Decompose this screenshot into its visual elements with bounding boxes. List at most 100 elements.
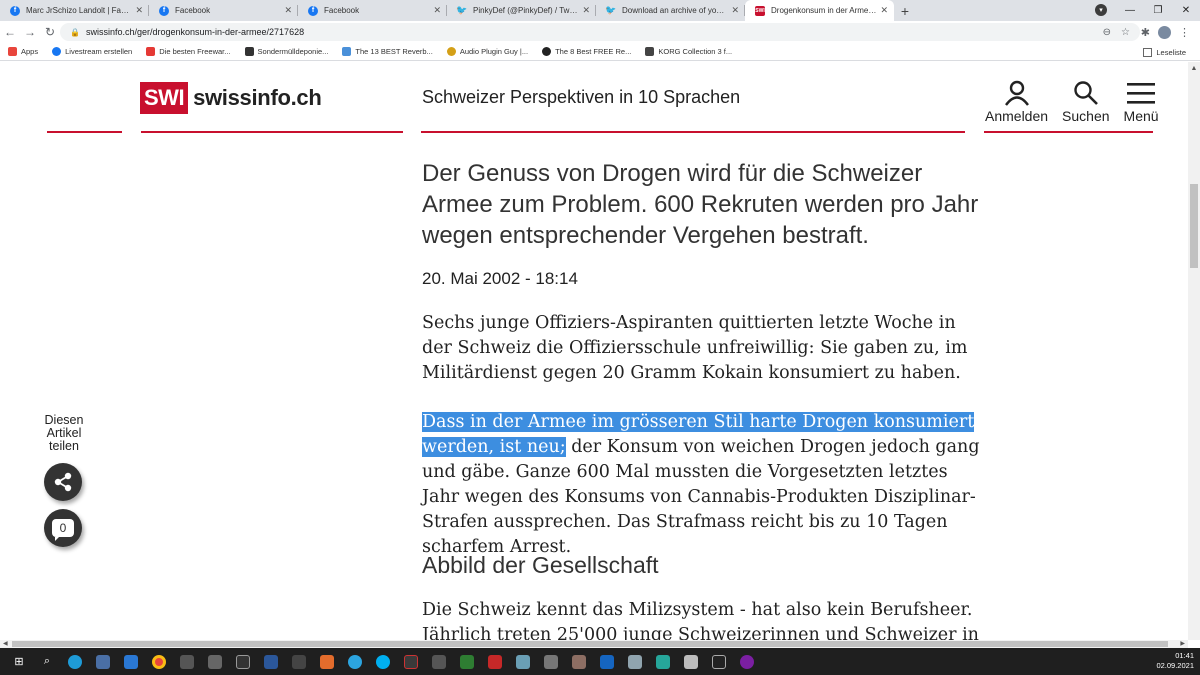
edge-icon[interactable]	[64, 652, 86, 672]
close-tab-icon[interactable]: ✕	[582, 5, 590, 16]
twitter-icon: 🐦	[456, 5, 468, 15]
header-divider	[141, 131, 403, 133]
facebook-icon: f	[10, 5, 20, 16]
search-button[interactable]: Suchen	[1062, 80, 1110, 124]
share-button[interactable]	[44, 463, 82, 501]
address-bar[interactable]: 🔒 swissinfo.ch/ger/drogenkonsum-in-der-a…	[60, 23, 1140, 41]
browser-tab[interactable]: f Facebook ✕	[298, 0, 447, 21]
app-icon[interactable]	[512, 652, 534, 672]
back-arrow-icon[interactable]: ←	[0, 22, 20, 42]
store-icon[interactable]	[92, 652, 114, 672]
comment-count: 0	[52, 519, 74, 541]
header-divider	[47, 131, 122, 133]
zoom-icon[interactable]: ⊖	[1103, 27, 1111, 38]
scroll-right-icon[interactable]: ▶	[1180, 640, 1185, 647]
hamburger-menu-icon	[1127, 83, 1156, 104]
bookmark-item[interactable]: Apps	[8, 47, 38, 56]
bookmark-favicon-icon	[542, 47, 552, 56]
scroll-up-icon[interactable]: ▲	[1188, 62, 1200, 74]
extensions-icon[interactable]: ✱	[1141, 26, 1150, 39]
close-tab-icon[interactable]: ✕	[731, 5, 739, 16]
header-divider	[984, 131, 1153, 133]
bookmark-item[interactable]: Livestream erstellen	[52, 47, 132, 56]
browser-tab[interactable]: fMarc JrSchizo Landolt | Facebook✕	[0, 0, 149, 21]
browser-tab[interactable]: f Facebook ✕	[149, 0, 298, 21]
bookmark-item[interactable]: Die besten Freewar...	[146, 47, 231, 56]
logo-wordmark: swissinfo.ch	[193, 85, 322, 110]
app-icon[interactable]	[204, 652, 226, 672]
reload-icon[interactable]: ↻	[40, 22, 60, 42]
windows-start-icon[interactable]: ⊞	[8, 652, 30, 672]
site-tagline: Schweizer Perspektiven in 10 Sprachen	[422, 87, 741, 107]
bookmark-item[interactable]: Audio Plugin Guy |...	[446, 47, 528, 56]
forward-arrow-icon[interactable]: →	[20, 22, 40, 42]
scroll-thumb[interactable]	[1190, 184, 1198, 268]
close-window-icon[interactable]: ✕	[1172, 0, 1200, 21]
browser-tab-active[interactable]: SWI Drogenkonsum in der Armee - S ✕	[745, 0, 894, 21]
app-icon[interactable]	[316, 652, 338, 672]
app-icon[interactable]	[288, 652, 310, 672]
app-icon[interactable]	[540, 652, 562, 672]
close-tab-icon[interactable]: ✕	[135, 5, 143, 16]
close-tab-icon[interactable]: ✕	[433, 5, 441, 16]
vertical-scrollbar[interactable]: ▲	[1188, 62, 1200, 640]
swissinfo-logo[interactable]: SWI swissinfo.ch	[140, 82, 322, 114]
bookmark-item[interactable]: KORG Collection 3 f...	[645, 47, 732, 56]
close-tab-icon[interactable]: ✕	[284, 5, 292, 16]
profile-avatar[interactable]	[1158, 25, 1171, 39]
scroll-thumb[interactable]	[12, 641, 1168, 647]
swissinfo-favicon-icon: SWI	[755, 5, 765, 16]
app-icon[interactable]	[568, 652, 590, 672]
facebook-icon: f	[308, 5, 318, 16]
terminal-icon[interactable]	[708, 652, 730, 672]
app-icon[interactable]	[680, 652, 702, 672]
app-icon[interactable]	[652, 652, 674, 672]
article-paragraph: Sechs junge Offiziers-Aspiranten quittie…	[422, 313, 968, 383]
telegram-icon[interactable]	[344, 652, 366, 672]
lock-icon[interactable]: 🔒	[70, 28, 80, 37]
new-tab-button[interactable]: +	[894, 0, 916, 21]
login-button[interactable]: Anmelden	[985, 80, 1048, 124]
bookmark-item[interactable]: The 13 BEST Reverb...	[342, 47, 433, 56]
app-icon[interactable]	[176, 652, 198, 672]
browser-toolbar: ← → ↻ 🔒 swissinfo.ch/ger/drogenkonsum-in…	[0, 21, 1200, 43]
browser-tab[interactable]: 🐦 PinkyDef (@PinkyDef) / Twitter ✕	[447, 0, 596, 21]
horizontal-scrollbar[interactable]: ◀ ▶	[0, 640, 1188, 648]
browser-tab[interactable]: 🐦 Download an archive of your dat ✕	[596, 0, 745, 21]
search-icon[interactable]: ⌕	[36, 652, 58, 672]
keyboard-icon[interactable]	[428, 652, 450, 672]
chrome-icon[interactable]	[148, 652, 170, 672]
app-icon[interactable]	[260, 652, 282, 672]
app-icon[interactable]	[736, 652, 758, 672]
bookmark-favicon-icon	[446, 47, 456, 56]
system-clock[interactable]: 01:41 02.09.2021	[1156, 651, 1194, 671]
bookmark-star-icon[interactable]: ☆	[1121, 27, 1130, 38]
search-icon	[1074, 81, 1098, 105]
app-icon[interactable]	[400, 652, 422, 672]
bookmark-item[interactable]: Sondermülldeponie...	[244, 47, 328, 56]
article-lead: Der Genuss von Drogen wird für die Schwe…	[422, 160, 979, 249]
article-paragraph: Dass in der Armee im grösseren Stil hart…	[422, 410, 982, 560]
comments-button[interactable]: 0	[44, 509, 82, 547]
reading-list-icon	[1143, 47, 1153, 57]
app-icon[interactable]	[596, 652, 618, 672]
clock-date: 02.09.2021	[1156, 661, 1194, 670]
app-icon[interactable]	[624, 652, 646, 672]
twitter-icon: 🐦	[605, 5, 617, 15]
reading-list-button[interactable]: Leseliste	[1143, 43, 1186, 61]
menu-button[interactable]: Menü	[1124, 80, 1159, 124]
bookmark-item[interactable]: The 8 Best FREE Re...	[542, 47, 631, 56]
ableton-live-icon[interactable]	[232, 652, 254, 672]
restore-icon[interactable]: ❐	[1144, 0, 1172, 21]
browser-menu-icon[interactable]: ⋮	[1179, 26, 1190, 39]
app-icon[interactable]	[484, 652, 506, 672]
close-tab-icon[interactable]: ✕	[880, 5, 888, 16]
app-icon[interactable]	[456, 652, 478, 672]
tab-search-icon[interactable]: ▾	[1095, 4, 1107, 16]
minimize-icon[interactable]: —	[1116, 0, 1144, 21]
scroll-left-icon[interactable]: ◀	[3, 640, 8, 647]
mail-icon[interactable]	[120, 652, 142, 672]
bookmark-favicon-icon	[244, 47, 254, 56]
logo-mark: SWI	[140, 82, 189, 114]
skype-icon[interactable]	[372, 652, 394, 672]
